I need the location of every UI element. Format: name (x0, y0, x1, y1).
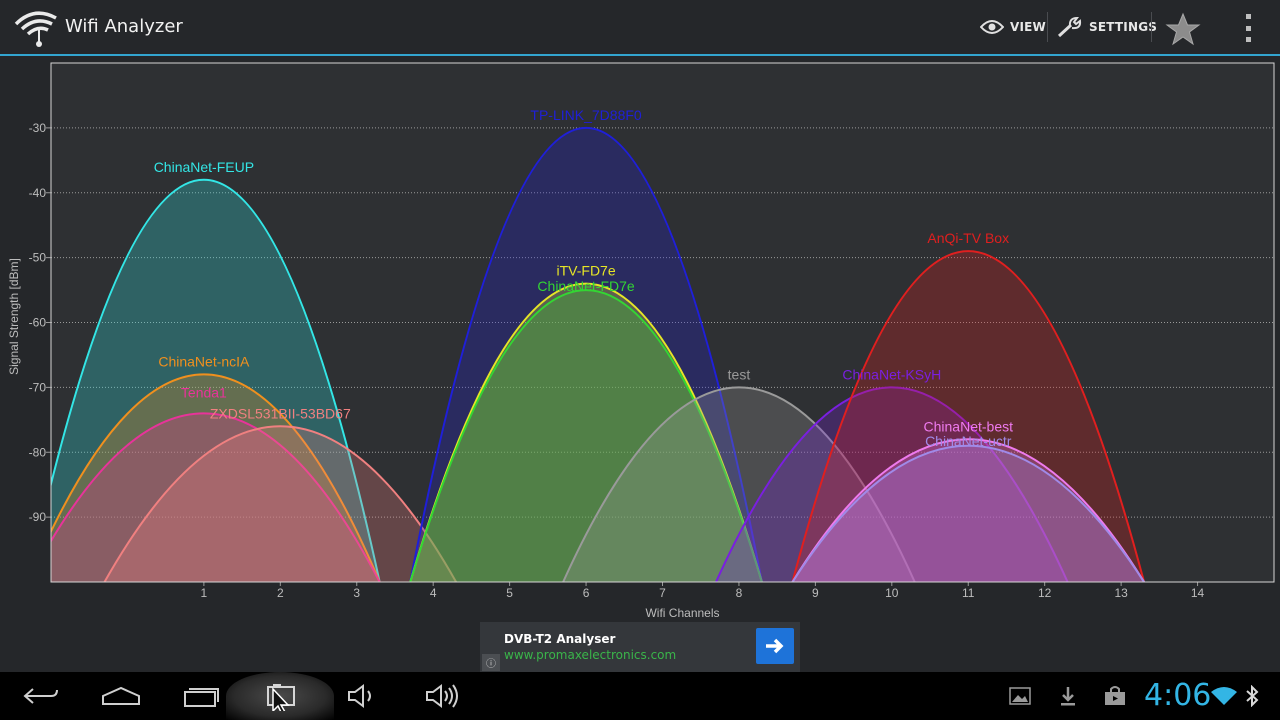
store-notification-icon (1105, 686, 1125, 705)
screenshot-button[interactable] (258, 672, 304, 720)
overflow-menu-icon[interactable] (1238, 14, 1258, 42)
series-label-4: TP-LINK_7D88F0 (530, 107, 641, 123)
volume-down-icon (348, 684, 371, 708)
status-clock: 4:06 (1144, 678, 1212, 713)
settings-button[interactable]: SETTINGS (1057, 0, 1157, 54)
action-separator (1151, 12, 1152, 42)
wifi-status (1210, 672, 1238, 720)
screenshot-icon (267, 684, 295, 711)
signal-chart: -30 -40 -50 -60 -70 -80 -90 1 2 3 4 5 6 7 8 9 10 11 12 13 14… (0, 56, 1280, 622)
x-tick-label: 13 (1114, 586, 1128, 600)
x-tick-label: 10 (885, 586, 899, 600)
series-label-1: ChinaNet-ncIA (158, 353, 250, 369)
ad-banner[interactable]: DVB-T2 Analyser www.promaxelectronics.co… (480, 622, 800, 672)
settings-label: SETTINGS (1089, 20, 1158, 34)
y-tick-label: -30 (29, 121, 47, 135)
bluetooth-icon (1246, 685, 1259, 707)
store-notification[interactable] (1100, 672, 1130, 720)
series-label-7: test (728, 366, 751, 382)
channel-graph: -30-40-50-60-70-80-901 2 3 4 5 6 7 8 9 10 11 12 13 14… (7, 62, 1275, 620)
ad-title: DVB-T2 Analyser (504, 632, 616, 646)
wrench-icon (1057, 16, 1082, 38)
series-label-0: ChinaNet-FEUP (154, 159, 254, 175)
app-title: Wifi Analyzer (65, 16, 183, 37)
series-label-11: ChinaNet-uctr (925, 433, 1012, 449)
back-button[interactable] (18, 672, 64, 720)
x-tick-label: 6 (583, 586, 590, 600)
x-axis-label: Wifi Channels (645, 606, 719, 620)
series-label-9: AnQi-TV Box (927, 230, 1009, 246)
view-button[interactable]: VIEW (980, 0, 1046, 54)
gallery-notification-icon (1009, 687, 1031, 705)
y-tick-label: -50 (29, 251, 47, 265)
y-tick-label: -90 (29, 510, 47, 524)
x-tick-label: 7 (659, 586, 666, 600)
series-label-3: ZXDSL531BII-53BD67 (210, 405, 351, 421)
home-icon (102, 686, 140, 705)
ad-info-icon[interactable]: ⓘ (482, 654, 500, 671)
y-axis-label: Signal Strength [dBm] (7, 258, 21, 375)
action-bar: Wifi Analyzer VIEW SETTINGS (0, 0, 1280, 56)
wifi-analyzer-logo-icon[interactable] (12, 8, 60, 48)
x-tick-label: 1 (201, 586, 208, 600)
y-tick-label: -70 (29, 380, 47, 394)
action-separator (1047, 12, 1048, 42)
series-label-2: Tenda1 (181, 384, 227, 400)
x-tick-label: 11 (962, 586, 975, 600)
y-tick-label: -80 (29, 445, 47, 459)
bluetooth-status (1242, 672, 1262, 720)
x-tick-label: 2 (277, 586, 284, 600)
x-tick-label: 9 (812, 586, 819, 600)
wifi-signal-icon (1211, 687, 1237, 705)
volume-up-icon (426, 684, 458, 708)
recent-apps-icon (184, 688, 219, 707)
eye-icon (980, 20, 1004, 34)
x-tick-label: 5 (506, 586, 513, 600)
x-tick-label: 3 (353, 586, 360, 600)
download-notification[interactable] (1054, 672, 1082, 720)
volume-down-button[interactable] (338, 672, 384, 720)
star-icon[interactable] (1164, 12, 1202, 46)
arrow-right-icon (766, 638, 784, 654)
x-tick-label: 12 (1038, 586, 1052, 600)
download-notification-icon (1061, 687, 1075, 706)
y-tick-label: -60 (29, 316, 47, 330)
series-label-6: ChinaNet-FD7e (537, 278, 634, 294)
ad-url[interactable]: www.promaxelectronics.com (504, 648, 676, 662)
x-tick-label: 14 (1191, 586, 1205, 600)
view-label: VIEW (1010, 20, 1046, 34)
home-button[interactable] (98, 672, 144, 720)
volume-up-button[interactable] (418, 672, 464, 720)
series-label-8: ChinaNet-KSyH (842, 366, 941, 382)
gallery-notification[interactable] (1006, 672, 1034, 720)
y-tick-label: -40 (29, 186, 47, 200)
x-tick-label: 4 (430, 586, 437, 600)
series-label-5: iTV-FD7e (557, 263, 616, 279)
recent-apps-button[interactable] (178, 672, 224, 720)
ad-open-button[interactable] (756, 628, 794, 664)
back-icon (23, 688, 58, 704)
x-tick-label: 8 (736, 586, 743, 600)
